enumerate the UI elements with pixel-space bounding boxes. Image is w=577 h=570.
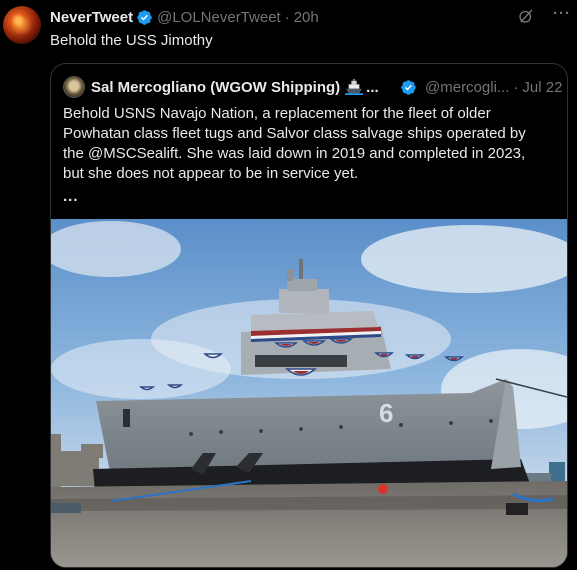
- quoted-text-line: Powhatan class fleet tugs and Salvor cla…: [63, 125, 526, 142]
- grok-icon[interactable]: [517, 7, 535, 25]
- quoted-tweet-date[interactable]: Jul 22: [522, 79, 562, 96]
- quoted-name-ellipsis: ...: [366, 78, 379, 96]
- tweet-text: Behold the USS Jimothy: [50, 32, 213, 49]
- tweet-top-actions: ···: [517, 5, 571, 25]
- verified-badge-icon: [401, 79, 416, 95]
- tweet[interactable]: NeverTweet @LOLNeverTweet · 20h ··· Beho…: [0, 0, 577, 570]
- quoted-tweet-text: Behold USNS Navajo Nation, a replacement…: [63, 104, 559, 184]
- quoted-author-avatar[interactable]: [63, 76, 85, 98]
- verified-badge-icon: [137, 9, 152, 25]
- quoted-separator: ·: [513, 78, 519, 96]
- more-options-icon[interactable]: ···: [553, 5, 571, 22]
- quoted-tweet-header: Sal Mercogliano (WGOW Shipping) ... @mer…: [63, 76, 562, 98]
- quoted-text-line: Behold USNS Navajo Nation, a replacement…: [63, 105, 491, 122]
- tweet-header: NeverTweet @LOLNeverTweet · 20h: [50, 7, 319, 27]
- author-avatar[interactable]: [3, 6, 41, 44]
- author-handle[interactable]: @LOLNeverTweet: [157, 9, 281, 26]
- hull-number: 6: [379, 398, 393, 428]
- header-separator: ·: [284, 8, 290, 26]
- tweet-time[interactable]: 20h: [294, 9, 319, 26]
- quoted-text-line: but she does not appear to be in service…: [63, 165, 359, 182]
- ship-emoji-icon: [345, 79, 364, 95]
- quoted-text-truncation: ...: [63, 188, 79, 205]
- quoted-tweet[interactable]: Sal Mercogliano (WGOW Shipping) ... @mer…: [50, 63, 568, 568]
- quoted-text-line: the @MSCSealift. She was laid down in 20…: [63, 145, 526, 162]
- ship-photo[interactable]: 6: [51, 219, 567, 567]
- quoted-author-handle[interactable]: @mercogli...: [425, 79, 509, 96]
- quoted-author-name[interactable]: Sal Mercogliano (WGOW Shipping): [91, 79, 340, 96]
- author-name[interactable]: NeverTweet: [50, 9, 133, 26]
- quoted-tweet-meta: @mercogli... · Jul 22: [397, 76, 562, 98]
